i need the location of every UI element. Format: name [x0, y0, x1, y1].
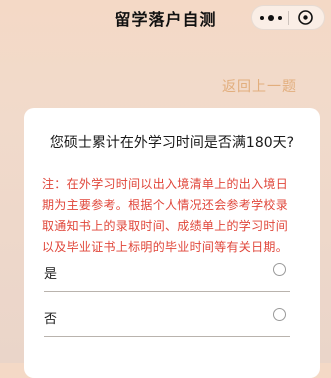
- mini-program-capsule: [251, 5, 325, 30]
- option-no[interactable]: 否: [44, 296, 290, 337]
- top-navigation-bar: 留学落户自测: [0, 0, 331, 36]
- note-line: 取通知书上的录取时间、成绩单上的学习时间: [42, 219, 289, 233]
- more-dots-icon[interactable]: [260, 15, 282, 22]
- question-text: 您硕士累计在外学习时间是否满180天?: [49, 135, 295, 151]
- option-yes-label: 是: [44, 267, 58, 282]
- back-to-previous-question-link[interactable]: 返回上一题: [222, 76, 297, 96]
- option-yes-radio[interactable]: [273, 263, 286, 276]
- close-circle-icon[interactable]: [297, 9, 314, 26]
- option-no-radio[interactable]: [273, 308, 286, 321]
- question-card: 您硕士累计在外学习时间是否满180天? 注：在外学习时间以出入境清单上的出入境日…: [24, 108, 320, 378]
- note-line: 期为主要参考。根据个人情况还会参考学校录: [42, 198, 289, 212]
- capsule-divider: [288, 11, 289, 25]
- note-line: 注：在外学习时间以出入境清单上的出入境日: [42, 177, 289, 191]
- option-yes[interactable]: 是: [44, 251, 290, 292]
- note-text: 注：在外学习时间以出入境清单上的出入境日 期为主要参考。根据个人情况还会参考学校…: [42, 174, 304, 258]
- option-no-label: 否: [44, 312, 58, 327]
